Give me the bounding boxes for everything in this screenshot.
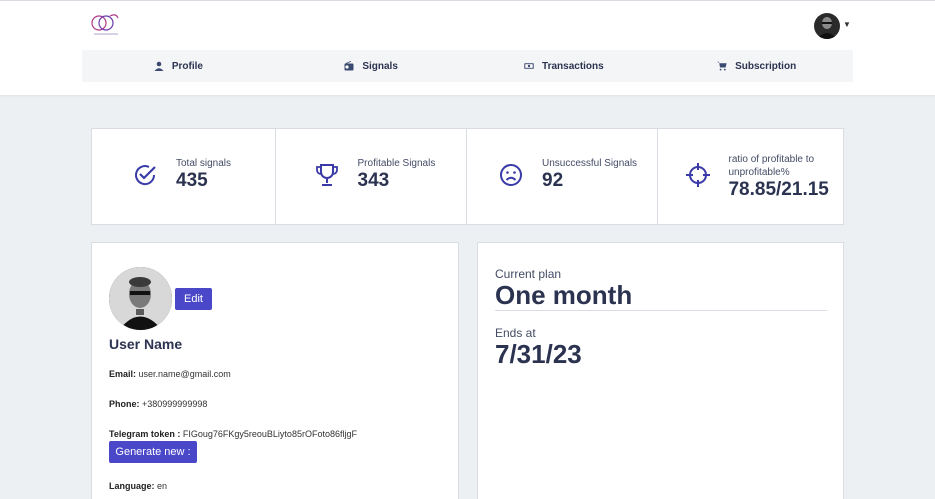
avatar[interactable] (814, 13, 840, 39)
cart-icon (717, 61, 727, 71)
stat-unsuccessful-signals: Unsuccessful Signals 92 (467, 129, 659, 224)
language-label: Language: (109, 481, 155, 491)
stat-label: Total signals (176, 158, 232, 169)
language-value: en (157, 481, 168, 491)
stat-value: 78.85/21.15 (728, 179, 829, 200)
telegram-label: Telegram token : (109, 429, 181, 439)
user-name: User Name (109, 336, 183, 352)
tab-label: Signals (362, 60, 398, 72)
tab-subscription[interactable]: Subscription (660, 50, 853, 82)
profile-photo (109, 267, 172, 330)
tab-label: Profile (171, 60, 203, 72)
tab-label: Transactions (542, 60, 604, 72)
edit-button[interactable]: Edit (175, 288, 212, 310)
tab-profile[interactable]: Profile (82, 50, 275, 82)
phone-row: Phone: +380999999998 (109, 399, 207, 409)
main-nav: Profile Signals Transactions Subscriptio… (82, 50, 853, 82)
current-plan-label: Current plan (495, 267, 562, 281)
tab-signals[interactable]: Signals (275, 50, 468, 82)
person-icon (154, 61, 164, 71)
crosshair-icon (686, 163, 711, 187)
language-row: Language: en (109, 481, 167, 491)
plan-card: Current plan One month Ends at 7/31/23 (477, 242, 844, 499)
stat-profitable-signals: Profitable Signals 343 (276, 129, 467, 224)
stat-value: 92 (542, 170, 564, 191)
current-plan-value: One month (495, 280, 633, 310)
cash-icon (524, 63, 534, 69)
stat-label: Profitable Signals (357, 158, 436, 169)
tab-label: Subscription (735, 60, 797, 72)
profile-card: Edit User Name Email: user.name@gmail.co… (91, 242, 459, 499)
top-bar: ▼ Profile Signals Transactions Subscript… (0, 0, 935, 95)
generate-token-button[interactable]: Generate new : (109, 441, 197, 463)
tab-transactions[interactable]: Transactions (468, 50, 661, 82)
email-row: Email: user.name@gmail.com (109, 369, 231, 379)
stats-panel: Total signals 435 Profitable Signals 343… (91, 128, 844, 225)
email-value: user.name@gmail.com (138, 369, 231, 379)
divider (495, 310, 827, 311)
stat-label: Unsuccessful Signals (542, 158, 638, 169)
telegram-row: Telegram token : FIGoug76FKgy5reouBLiyto… (109, 429, 357, 439)
ends-at-label: Ends at (495, 326, 536, 340)
ends-at-value: 7/31/23 (495, 339, 582, 369)
phone-value: +380999999998 (142, 399, 208, 409)
stat-value: 435 (176, 170, 208, 191)
stat-value: 343 (357, 170, 390, 191)
telegram-token: FIGoug76FKgy5reouBLiyto85rOFoto86fljgF (182, 429, 357, 439)
email-label: Email: (109, 369, 137, 379)
radio-icon (344, 61, 354, 71)
phone-label: Phone: (109, 399, 140, 409)
chevron-down-icon[interactable]: ▼ (843, 20, 851, 29)
check-circle-icon (135, 165, 156, 186)
stat-label: ratio of profitable to unprofitable% (728, 154, 815, 178)
trophy-icon (315, 164, 338, 186)
stat-total-signals: Total signals 435 (92, 129, 276, 224)
brand-logo[interactable] (90, 12, 122, 38)
stat-ratio: ratio of profitable to unprofitable% 78.… (658, 129, 843, 224)
sad-face-icon (500, 164, 522, 186)
